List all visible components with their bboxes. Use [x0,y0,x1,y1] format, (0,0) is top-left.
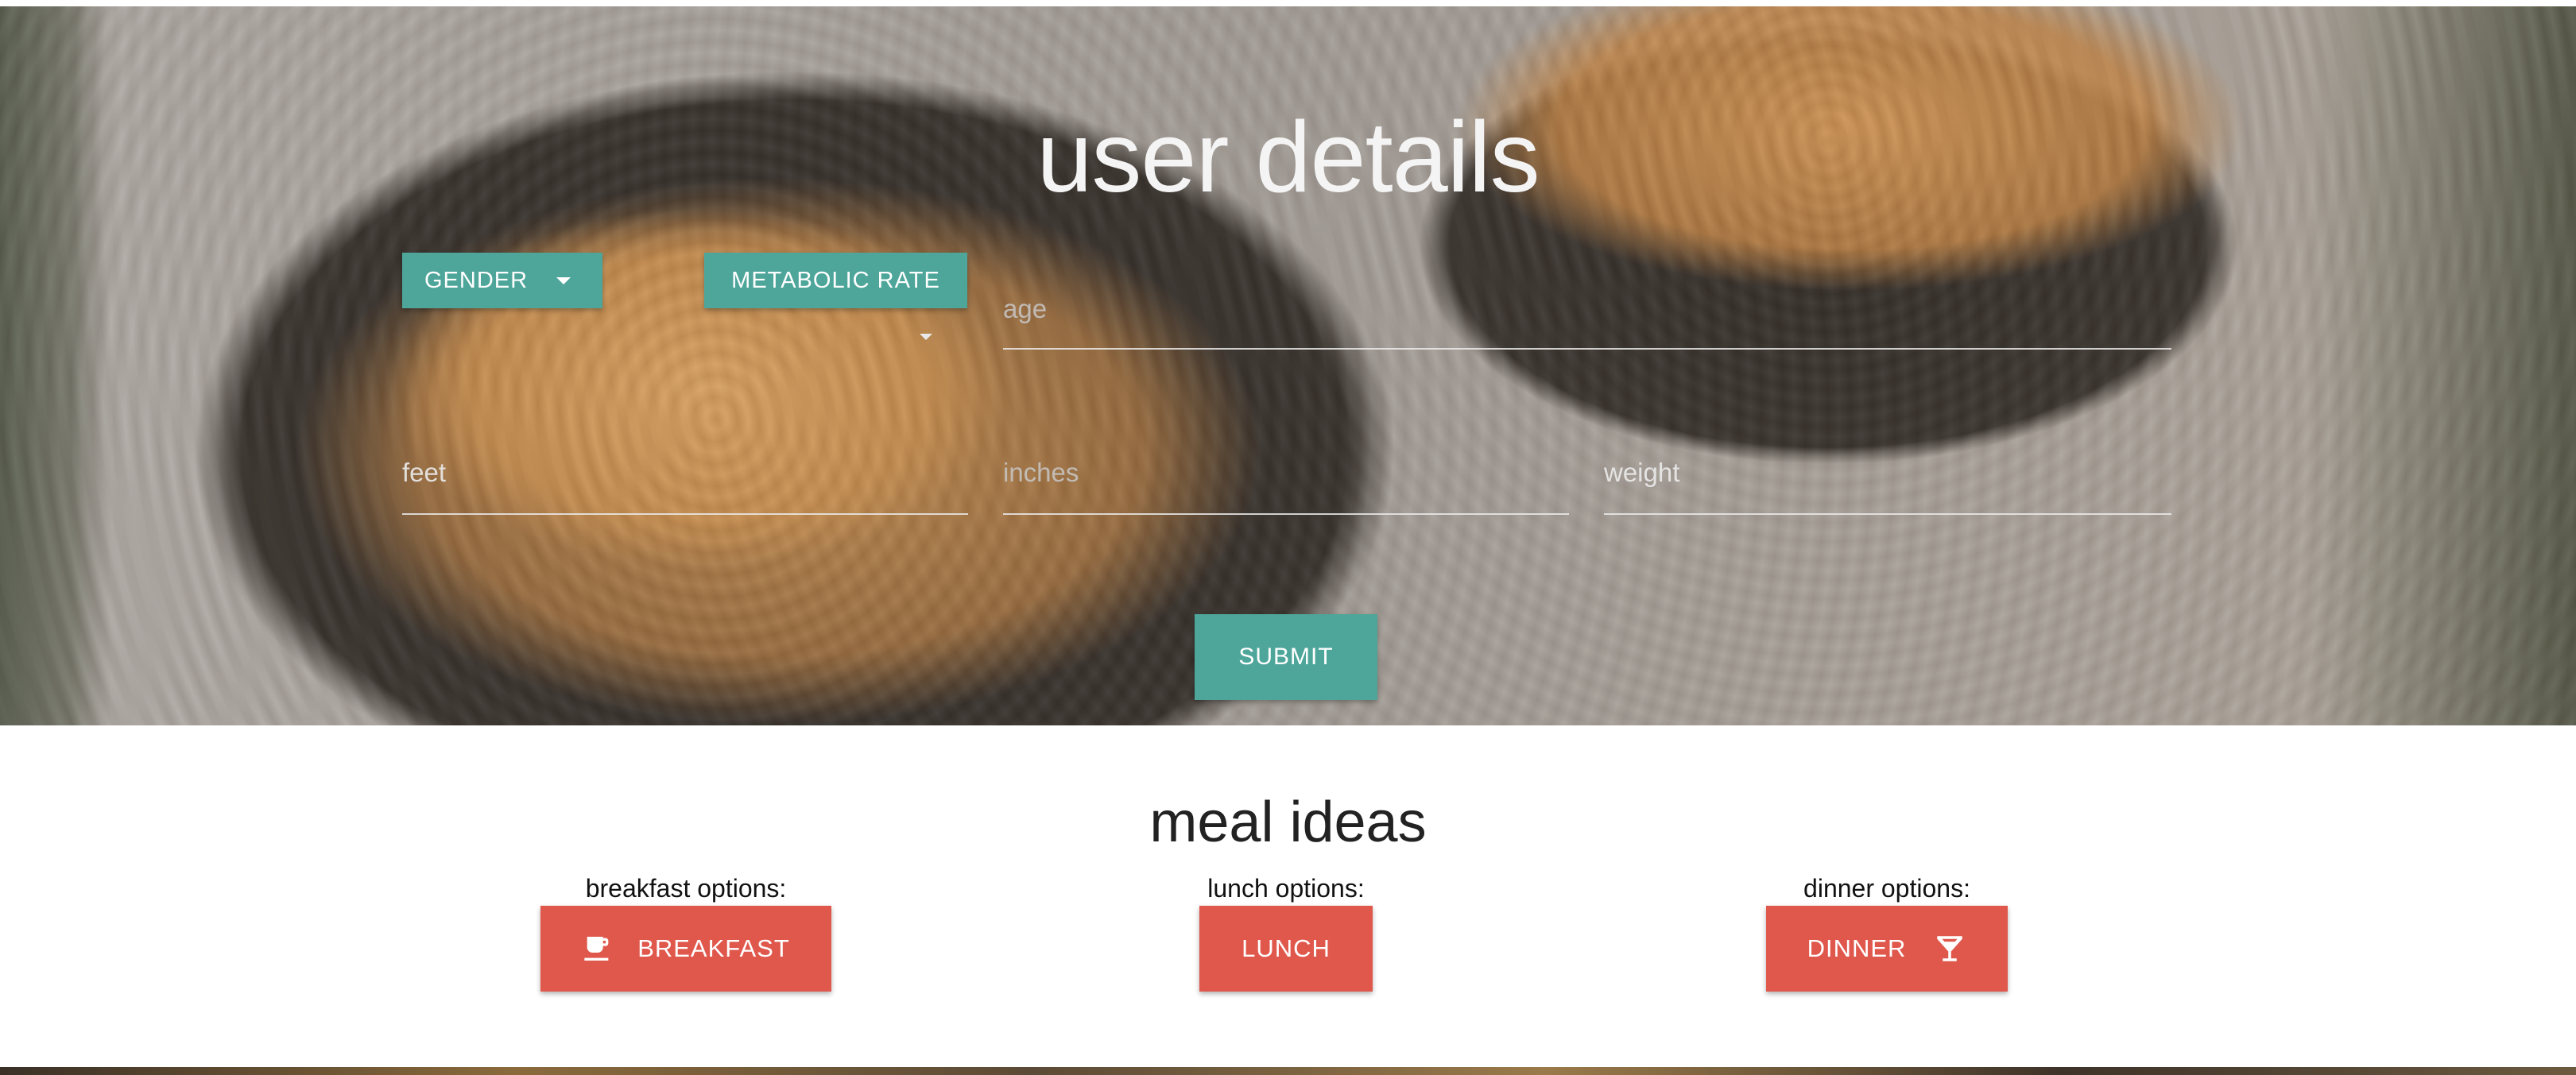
inches-field [1003,458,1569,515]
meal-ideas-heading: meal ideas [1149,791,1427,854]
bottom-image-strip [0,1067,2576,1075]
dinner-button-label: DINNER [1807,934,1907,962]
gender-dropdown-button[interactable]: GENDER [402,253,602,308]
lunch-options-label: lunch options: [1207,874,1365,903]
feet-field [402,458,968,515]
dinner-button[interactable]: DINNER [1766,906,2008,992]
top-border [0,0,2576,6]
lunch-button[interactable]: LUNCH [1199,906,1373,992]
caret-down-icon[interactable] [920,334,932,340]
caret-down-icon [556,277,571,284]
hero-section: user details GENDER METABOLIC RATE SUBMI… [0,6,2576,725]
feet-input[interactable] [402,458,968,488]
submit-label: SUBMIT [1238,644,1334,670]
breakfast-button[interactable]: BREAKFAST [540,906,831,992]
breakfast-column: breakfast options: BREAKFAST [540,874,831,992]
lunch-button-label: LUNCH [1242,934,1331,962]
metabolic-rate-label: METABOLIC RATE [731,267,940,293]
breakfast-options-label: breakfast options: [585,874,787,903]
metabolic-rate-button[interactable]: METABOLIC RATE [704,253,967,308]
cocktail-glass-icon [1933,932,1966,965]
age-field [1003,294,2171,350]
weight-field [1604,458,2171,515]
dinner-column: dinner options: DINNER [1766,874,2008,992]
page-title: user details [1036,101,1540,213]
age-input[interactable] [1003,294,2171,324]
submit-button[interactable]: SUBMIT [1195,614,1377,700]
coffee-cup-icon [582,933,614,965]
inches-input[interactable] [1003,458,1569,488]
lunch-column: lunch options: LUNCH [1162,874,1410,992]
gender-button-label: GENDER [424,267,529,293]
breakfast-button-label: BREAKFAST [637,934,790,962]
weight-input[interactable] [1604,458,2171,488]
dinner-options-label: dinner options: [1803,874,1970,903]
